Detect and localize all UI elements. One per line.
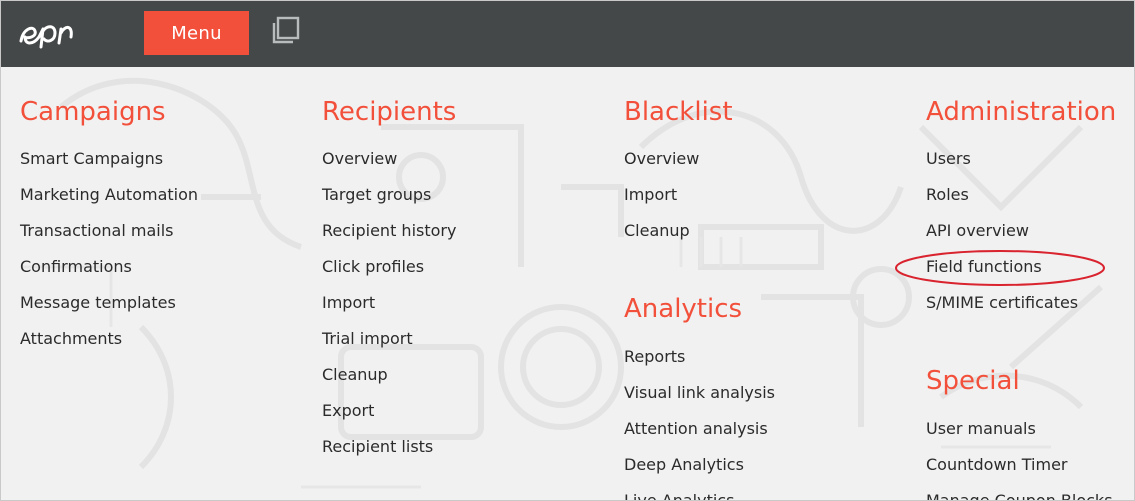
menu-item-target-groups[interactable]: Target groups — [322, 185, 431, 205]
menu-item-user-manuals[interactable]: User manuals — [926, 419, 1036, 439]
menu-item-transactional-mails[interactable]: Transactional mails — [20, 221, 173, 241]
menu-panel: Campaigns Smart Campaigns Marketing Auto… — [1, 67, 1134, 500]
menu-button-label: Menu — [171, 22, 222, 44]
heading-campaigns: Campaigns — [20, 97, 166, 127]
menu-item-export[interactable]: Export — [322, 401, 374, 421]
menu-item-blacklist-import[interactable]: Import — [624, 185, 677, 205]
menu-item-deep-analytics[interactable]: Deep Analytics — [624, 455, 744, 475]
menu-item-countdown-timer[interactable]: Countdown Timer — [926, 455, 1068, 475]
heading-administration: Administration — [926, 97, 1117, 127]
app-window: Menu Campaigns Smart Campaigns Marketing… — [0, 0, 1135, 501]
menu-item-smart-campaigns[interactable]: Smart Campaigns — [20, 149, 163, 169]
menu-item-visual-link-analysis[interactable]: Visual link analysis — [624, 383, 775, 403]
menu-item-click-profiles[interactable]: Click profiles — [322, 257, 424, 277]
menu-item-recipients-import[interactable]: Import — [322, 293, 375, 313]
menu-item-roles[interactable]: Roles — [926, 185, 969, 205]
menu-item-api-overview[interactable]: API overview — [926, 221, 1029, 241]
menu-item-recipient-history[interactable]: Recipient history — [322, 221, 456, 241]
heading-special: Special — [926, 366, 1020, 396]
menu-item-manage-coupon-blocks[interactable]: Manage Coupon Blocks — [926, 491, 1113, 500]
menu-item-smime-certificates[interactable]: S/MIME certificates — [926, 293, 1078, 313]
menu-item-confirmations[interactable]: Confirmations — [20, 257, 132, 277]
menu-item-attachments[interactable]: Attachments — [20, 329, 122, 349]
menu-button[interactable]: Menu — [144, 11, 249, 55]
menu-item-attention-analysis[interactable]: Attention analysis — [624, 419, 768, 439]
menu-item-blacklist-overview[interactable]: Overview — [624, 149, 699, 169]
heading-recipients: Recipients — [322, 97, 457, 127]
heading-analytics: Analytics — [624, 294, 743, 324]
menu-item-recipients-overview[interactable]: Overview — [322, 149, 397, 169]
episerver-logo[interactable] — [17, 15, 117, 55]
menu-item-trial-import[interactable]: Trial import — [322, 329, 413, 349]
menu-item-field-functions[interactable]: Field functions — [926, 257, 1042, 277]
menu-item-recipient-lists[interactable]: Recipient lists — [322, 437, 433, 457]
window-switch-icon[interactable] — [270, 15, 302, 47]
menu-item-live-analytics[interactable]: Live Analytics — [624, 491, 734, 500]
menu-item-message-templates[interactable]: Message templates — [20, 293, 176, 313]
top-bar: Menu — [1, 1, 1134, 67]
menu-item-reports[interactable]: Reports — [624, 347, 685, 367]
menu-item-recipients-cleanup[interactable]: Cleanup — [322, 365, 388, 385]
heading-blacklist: Blacklist — [624, 97, 733, 127]
menu-item-marketing-automation[interactable]: Marketing Automation — [20, 185, 198, 205]
menu-item-blacklist-cleanup[interactable]: Cleanup — [624, 221, 690, 241]
menu-item-users[interactable]: Users — [926, 149, 971, 169]
